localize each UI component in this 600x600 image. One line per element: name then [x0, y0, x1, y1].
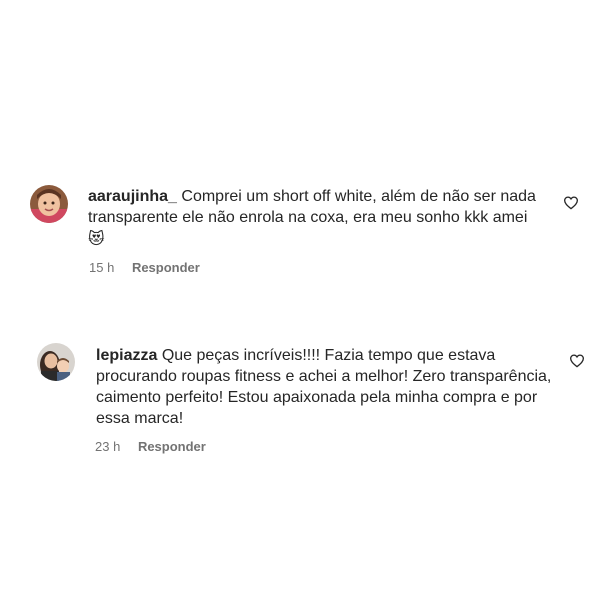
heart-outline-icon[interactable] — [563, 195, 579, 211]
reply-button[interactable]: Responder — [132, 260, 200, 274]
avatar-image — [37, 343, 75, 381]
comment-text-block: aaraujinha_ Comprei um short off white, … — [88, 186, 548, 250]
comment-meta: 15 h Responder — [89, 260, 200, 274]
comment-timestamp: 15 h — [89, 260, 115, 274]
comment-timestamp: 23 h — [95, 439, 121, 454]
comment-username[interactable]: lepiazza — [96, 347, 157, 364]
comment-body: Que peças incríveis!!!! Fazia tempo que … — [96, 347, 552, 427]
heart-outline-icon[interactable] — [569, 353, 585, 369]
comment-item: lepiazza Que peças incríveis!!!! Fazia t… — [0, 300, 600, 500]
comment-item: aaraujinha_ Comprei um short off white, … — [0, 0, 600, 280]
avatar[interactable] — [37, 343, 75, 381]
avatar-image — [30, 185, 68, 223]
reply-button[interactable]: Responder — [138, 439, 206, 454]
comment-text-block: lepiazza Que peças incríveis!!!! Fazia t… — [96, 345, 556, 429]
comment-meta: 23 h Responder — [95, 439, 206, 454]
comment-username[interactable]: aaraujinha_ — [88, 188, 177, 205]
avatar[interactable] — [30, 185, 68, 223]
emoji: 😻 — [88, 231, 105, 248]
